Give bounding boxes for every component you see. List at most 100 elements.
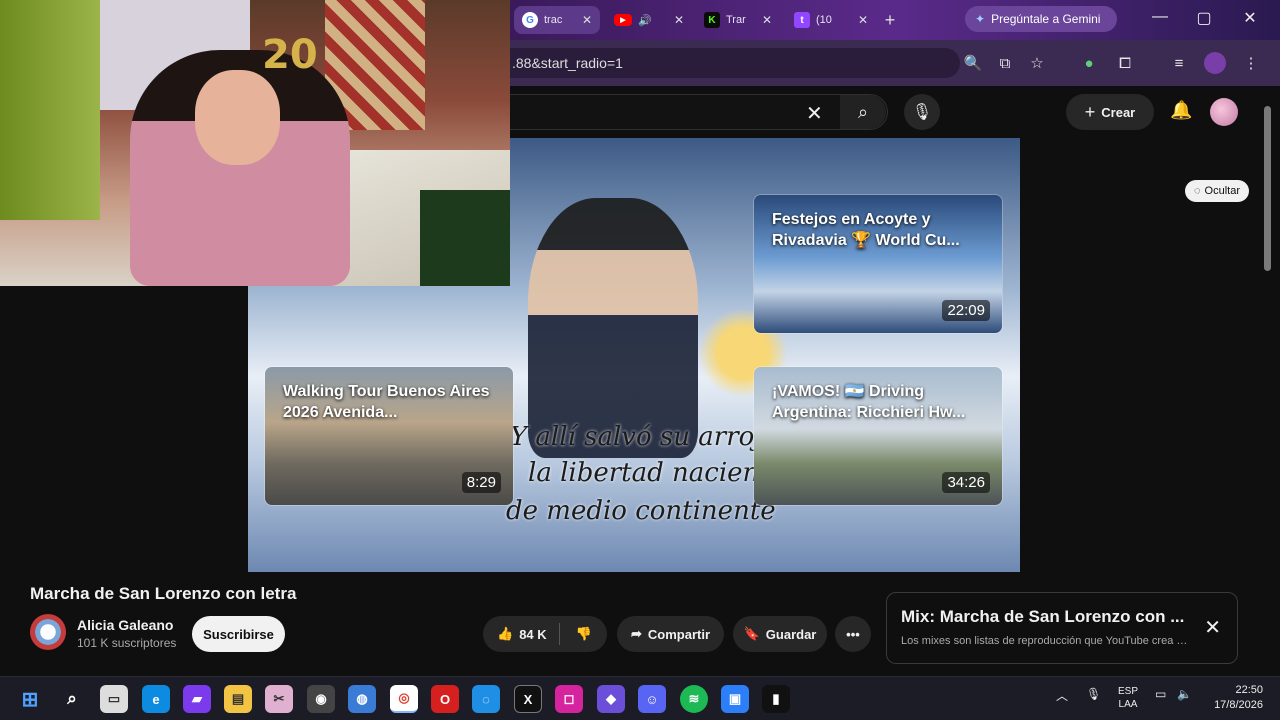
subscriber-count: 101 K suscriptores xyxy=(77,636,177,650)
clear-search-icon[interactable]: ✕ xyxy=(806,101,823,126)
more-actions-button[interactable]: ••• xyxy=(835,616,871,652)
url-field[interactable]: .88&start_radio=1 xyxy=(510,48,960,78)
share-arrow-icon: ➦ xyxy=(630,626,642,641)
date: 17/8/2026 xyxy=(1214,699,1263,711)
card-duration: 34:26 xyxy=(942,472,990,493)
youtube-icon: ▶ xyxy=(614,14,632,26)
tab-youtube[interactable]: ▶ 🔊 ✕ xyxy=(606,6,692,34)
mix-subtitle: Los mixes son listas de reproducción que… xyxy=(901,635,1191,647)
search-icon[interactable]: ⌕ xyxy=(58,685,86,713)
keyboard-layout: LAA xyxy=(1118,699,1138,710)
like-count: 84 K xyxy=(519,626,547,642)
plush xyxy=(420,190,510,286)
close-mix-icon[interactable]: ✕ xyxy=(1204,615,1221,640)
thumbs-down-icon[interactable]: 👎 xyxy=(576,626,592,642)
instagram-icon[interactable]: ◻ xyxy=(555,685,583,713)
create-button[interactable]: + Crear xyxy=(1066,94,1154,130)
gemini-button[interactable]: ✦ Pregúntale a Gemini xyxy=(965,6,1117,32)
youtube-header: ✕ ⌕ 🎙 + Crear 🔔 xyxy=(510,86,1280,138)
browser-tab-strip: G trac ✕ ▶ 🔊 ✕ K Trar ✕ t (10 ✕ + ✦ Preg… xyxy=(510,0,1280,40)
new-tab-button[interactable]: + xyxy=(878,8,902,32)
tab-twitch[interactable]: t (10 ✕ xyxy=(786,6,876,34)
zoom-search-icon[interactable]: 🔍 xyxy=(962,52,984,74)
card-title: Festejos en Acoyte y Rivadavia 🏆 World C… xyxy=(772,211,960,249)
close-window-icon[interactable]: ✕ xyxy=(1238,8,1262,28)
network-icon[interactable]: ▭ xyxy=(1155,687,1166,701)
tab-google[interactable]: G trac ✕ xyxy=(514,6,600,34)
kick-icon: K xyxy=(704,12,720,28)
thumbs-up-icon: 👍 xyxy=(497,626,514,641)
card-title: Walking Tour Buenos Aires 2026 Avenida..… xyxy=(283,383,490,421)
subscribe-button[interactable]: Suscribirse xyxy=(192,616,285,652)
spotify-icon[interactable]: ≋ xyxy=(680,685,708,713)
close-tab-icon[interactable]: ✕ xyxy=(674,13,684,27)
tray-chevron-icon[interactable]: ︿ xyxy=(1056,687,1068,704)
search-button[interactable]: ⌕ xyxy=(840,95,886,129)
bookmark-star-icon[interactable]: ☆ xyxy=(1026,52,1048,74)
edge-icon[interactable]: e xyxy=(142,685,170,713)
x-icon[interactable]: X xyxy=(514,685,542,713)
number-balloon: 20 xyxy=(262,32,318,78)
account-avatar[interactable] xyxy=(1210,98,1238,126)
end-screen-card[interactable]: Walking Tour Buenos Aires 2026 Avenida..… xyxy=(264,366,514,506)
share-button[interactable]: ➦ Compartir xyxy=(617,616,724,652)
minimize-icon[interactable]: — xyxy=(1148,8,1172,26)
app-icon[interactable]: ◍ xyxy=(348,685,376,713)
end-screen-card[interactable]: ¡VAMOS! 🇦🇷 Driving Argentina: Ricchieri … xyxy=(753,366,1003,506)
voice-search-button[interactable]: 🎙 xyxy=(904,94,940,130)
lyric-line: de medio continente xyxy=(506,496,776,526)
more-dots-icon: ••• xyxy=(846,626,860,642)
volume-icon[interactable]: 🔈 xyxy=(1177,687,1192,701)
plus-icon: + xyxy=(1084,101,1096,122)
maximize-icon[interactable]: ▢ xyxy=(1192,8,1216,28)
create-label: Crear xyxy=(1101,104,1136,120)
copilot-icon[interactable]: ◆ xyxy=(597,685,625,713)
channel-name[interactable]: Alicia Galeano xyxy=(77,617,173,633)
scrollbar-thumb[interactable] xyxy=(1264,106,1271,271)
hide-cards-button[interactable]: ◌ Ocultar xyxy=(1185,180,1249,202)
install-app-icon[interactable]: ⧉ xyxy=(994,52,1016,74)
extensions-puzzle-icon[interactable]: ⧠ xyxy=(1114,52,1136,74)
channel-avatar[interactable] xyxy=(30,614,66,650)
windows-taskbar: ⊞ ⌕ ▭ e ▰ ▤ ✂ ◉ ◍ ◎ O ◌ X ◻ ◆ ☺ ≋ ▣ ▮ ︿ … xyxy=(0,676,1280,720)
more-menu-icon[interactable]: ⋮ xyxy=(1240,52,1262,74)
extension-chat-icon[interactable]: ● xyxy=(1078,52,1100,74)
task-view-icon[interactable]: ▭ xyxy=(100,685,128,713)
close-tab-icon[interactable]: ✕ xyxy=(582,13,592,27)
end-screen-card[interactable]: Festejos en Acoyte y Rivadavia 🏆 World C… xyxy=(753,194,1003,334)
search-box[interactable]: ✕ ⌕ xyxy=(510,94,888,130)
clock[interactable]: 22:50 17/8/2026 xyxy=(1205,683,1263,713)
tab-label: (10 xyxy=(816,14,832,26)
notifications-bell-icon[interactable]: 🔔 xyxy=(1170,100,1192,121)
gemini-label: Pregúntale a Gemini xyxy=(991,12,1101,26)
language-indicator[interactable]: ESP LAA xyxy=(1118,685,1138,711)
opera-icon[interactable]: O xyxy=(431,685,459,713)
scrollbar[interactable] xyxy=(1260,86,1280,666)
close-tab-icon[interactable]: ✕ xyxy=(762,13,772,27)
audio-app-icon[interactable]: ▮ xyxy=(762,685,790,713)
media-control-icon[interactable]: ≡ xyxy=(1168,52,1190,74)
twitch-icon: t xyxy=(794,12,810,28)
windows-start-icon[interactable]: ⊞ xyxy=(16,685,44,713)
eye-off-icon: ◌ xyxy=(1193,185,1201,197)
mic-tray-icon[interactable]: 🎙 xyxy=(1086,687,1101,701)
save-button[interactable]: 🔖 Guardar xyxy=(733,616,827,652)
discord-icon[interactable]: ☺ xyxy=(638,685,666,713)
like-button[interactable]: 👍 84 K xyxy=(497,626,547,642)
notes-app-icon[interactable]: ▣ xyxy=(721,685,749,713)
file-explorer-icon[interactable]: ▤ xyxy=(224,685,252,713)
close-tab-icon[interactable]: ✕ xyxy=(858,13,868,27)
mix-playlist-panel[interactable]: Mix: Marcha de San Lorenzo con ... Los m… xyxy=(886,592,1238,664)
chrome-icon[interactable]: ◎ xyxy=(390,685,418,713)
snipping-tool-icon[interactable]: ✂ xyxy=(265,685,293,713)
tab-label: Trar xyxy=(726,14,746,26)
portrait-image xyxy=(528,198,698,458)
audio-playing-icon[interactable]: 🔊 xyxy=(638,14,652,27)
streamer-face xyxy=(195,70,280,165)
globe-app-icon[interactable]: ◌ xyxy=(472,685,500,713)
obs-icon[interactable]: ◉ xyxy=(307,685,335,713)
clipchamp-icon[interactable]: ▰ xyxy=(183,685,211,713)
save-label: Guardar xyxy=(765,626,817,642)
tab-kick[interactable]: K Trar ✕ xyxy=(696,6,780,34)
profile-avatar-icon[interactable] xyxy=(1204,52,1226,74)
